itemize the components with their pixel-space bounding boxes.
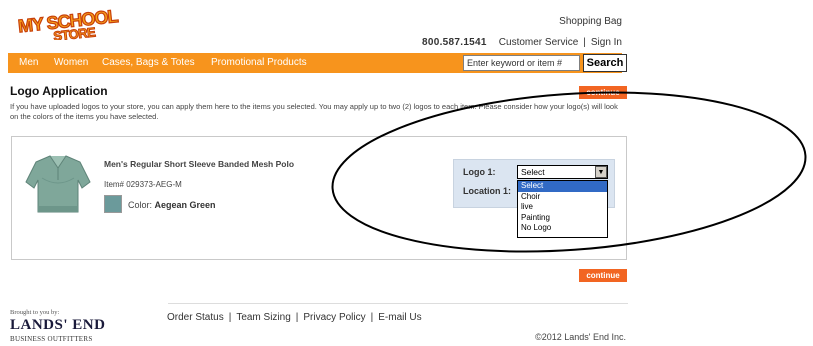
product-name[interactable]: Men's Regular Short Sleeve Banded Mesh P… <box>104 159 294 169</box>
shopping-bag-link[interactable]: Shopping Bag <box>559 16 622 27</box>
copyright-text: ©2012 Lands' End Inc. <box>535 332 626 342</box>
footer-link-order-status[interactable]: Order Status <box>167 312 224 323</box>
customer-service-link[interactable]: Customer Service <box>499 37 578 48</box>
footer-links: Order Status | Team Sizing | Privacy Pol… <box>167 312 422 323</box>
color-label: Color: <box>128 200 153 210</box>
dropdown-option-choir[interactable]: Choir <box>518 192 607 203</box>
nav-item-women[interactable]: Women <box>54 57 88 68</box>
search-button[interactable]: Search <box>583 54 627 72</box>
brought-to-you-text: Brought to you by: <box>10 309 60 316</box>
logo1-dropdown-list: Select Choir live Painting No Logo <box>517 180 608 238</box>
product-color: Color: Aegean Green <box>128 200 216 210</box>
logo1-label: Logo 1: <box>463 167 496 177</box>
phone-number: 800.587.1541 <box>422 37 487 48</box>
footer-separator: | <box>370 312 374 323</box>
page-title: Logo Application <box>10 84 108 98</box>
header-utility-row: 800.587.1541 Customer Service | Sign In <box>422 37 622 48</box>
dropdown-option-select[interactable]: Select <box>518 181 607 192</box>
lands-end-logo[interactable]: LANDS' END <box>10 317 105 334</box>
polo-shirt-image <box>22 148 94 216</box>
location1-label: Location 1: <box>463 186 512 196</box>
footer-separator: | <box>295 312 299 323</box>
dropdown-option-no-logo[interactable]: No Logo <box>518 223 607 234</box>
lands-end-subtitle: BUSINESS OUTFITTERS <box>10 335 93 343</box>
store-logo[interactable]: MY SCHOOL STORE <box>14 4 144 44</box>
dropdown-option-painting[interactable]: Painting <box>518 213 607 224</box>
continue-button-top[interactable]: continue <box>579 86 627 99</box>
color-swatch <box>104 195 122 213</box>
footer-link-email-us[interactable]: E-mail Us <box>378 312 421 323</box>
continue-button-bottom[interactable]: continue <box>579 269 627 282</box>
product-item-number: Item# 029373-AEG-M <box>104 180 182 189</box>
footer-separator: | <box>228 312 232 323</box>
nav-item-men[interactable]: Men <box>19 57 38 68</box>
footer-link-team-sizing[interactable]: Team Sizing <box>236 312 290 323</box>
instructions-text: If you have uploaded logos to your store… <box>10 102 618 121</box>
search-input[interactable]: Enter keyword or item # <box>463 55 580 71</box>
nav-item-cases-bags-totes[interactable]: Cases, Bags & Totes <box>102 57 195 68</box>
color-value: Aegean Green <box>154 200 216 210</box>
main-nav-bar: Men Women Cases, Bags & Totes Promotiona… <box>8 53 627 73</box>
footer-link-privacy-policy[interactable]: Privacy Policy <box>303 312 365 323</box>
footer-divider <box>168 303 628 304</box>
sign-in-link[interactable]: Sign In <box>591 37 622 48</box>
nav-item-promotional-products[interactable]: Promotional Products <box>211 57 307 68</box>
dropdown-option-live[interactable]: live <box>518 202 607 213</box>
chevron-down-icon[interactable]: ▼ <box>595 166 607 178</box>
header-separator: | <box>583 37 586 48</box>
